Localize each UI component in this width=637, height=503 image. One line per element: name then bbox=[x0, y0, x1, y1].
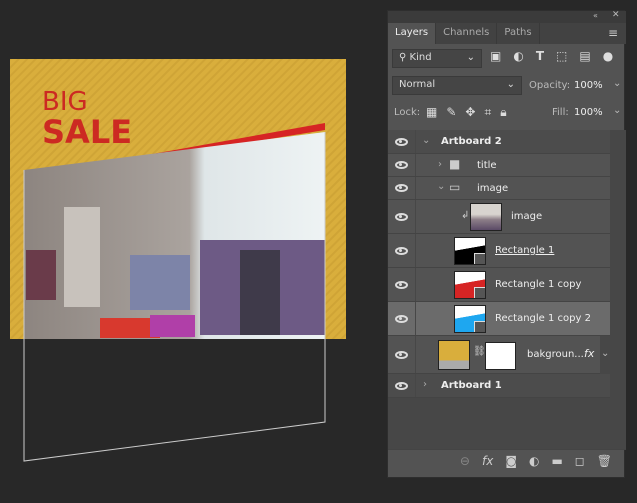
panel-title-bar: « ✕ bbox=[388, 10, 626, 23]
visibility-eye-icon[interactable] bbox=[388, 154, 416, 176]
fill-label: Fill: bbox=[552, 107, 569, 118]
new-layer-icon[interactable]: ◻ bbox=[575, 454, 585, 473]
fill-dropdown-icon[interactable]: ⌄ bbox=[613, 105, 621, 116]
visibility-eye-icon[interactable] bbox=[388, 200, 416, 233]
clipping-mask-icon: ↲ bbox=[461, 210, 470, 221]
visibility-eye-icon[interactable] bbox=[388, 336, 416, 373]
tab-channels[interactable]: Channels bbox=[436, 23, 498, 44]
mask-icon[interactable]: ◙ bbox=[505, 454, 517, 473]
folder-icon: ■ bbox=[449, 157, 461, 171]
visibility-eye-icon[interactable] bbox=[388, 177, 416, 199]
link-icon[interactable]: ⛓ bbox=[473, 346, 486, 357]
lock-transparent-icon[interactable]: ▦ bbox=[426, 105, 437, 120]
layers-list: ⌄ Artboard 2 › ■ title ⌄ ▭ image ↲ image… bbox=[388, 130, 626, 450]
fx-icon[interactable]: fx bbox=[482, 454, 493, 473]
shape-icon bbox=[474, 253, 485, 264]
layer-thumbnail bbox=[454, 237, 486, 265]
layer-artboard-2[interactable]: ⌄ Artboard 2 bbox=[388, 130, 610, 154]
expand-chevron-icon[interactable]: ⌄ bbox=[422, 135, 430, 146]
expand-chevron-icon[interactable]: › bbox=[438, 159, 442, 170]
layer-rectangle-1-copy-2[interactable]: Rectangle 1 copy 2 bbox=[388, 302, 610, 336]
expand-chevron-icon[interactable]: ⌄ bbox=[437, 181, 445, 192]
type-filter-icon[interactable]: T bbox=[536, 49, 544, 63]
visibility-eye-icon[interactable] bbox=[388, 302, 416, 335]
visibility-eye-icon[interactable] bbox=[388, 234, 416, 267]
visibility-eye-icon[interactable] bbox=[388, 130, 416, 153]
blend-mode-select[interactable]: Normal ⌄ bbox=[392, 76, 522, 95]
effects-expand-icon[interactable]: ⌄ bbox=[601, 348, 609, 359]
layer-thumbnail bbox=[454, 271, 486, 299]
opacity-dropdown-icon[interactable]: ⌄ bbox=[613, 78, 621, 89]
expand-chevron-icon[interactable]: › bbox=[423, 379, 427, 390]
shape-icon bbox=[474, 287, 485, 298]
layer-rectangle-1-copy[interactable]: Rectangle 1 copy bbox=[388, 268, 610, 302]
close-icon[interactable]: ✕ bbox=[612, 10, 620, 20]
filter-icons: ▣ ◐ T ⬚ ▤ ● bbox=[490, 49, 613, 63]
lock-all-icon[interactable]: 🔒︎ bbox=[500, 105, 506, 120]
lock-icons: ▦ ✎ ✥ ⌗ 🔒︎ bbox=[426, 105, 507, 120]
layer-thumbnail bbox=[470, 203, 502, 231]
visibility-eye-icon[interactable] bbox=[388, 374, 416, 397]
layer-group-title[interactable]: › ■ title bbox=[388, 154, 610, 177]
smart-object-filter-icon[interactable]: ▤ bbox=[579, 49, 590, 63]
fx-icon[interactable]: fx bbox=[584, 347, 594, 360]
filter-kind-select[interactable]: ⚲ Kind ⌄ bbox=[392, 49, 482, 68]
document-canvas[interactable]: BIG SALE bbox=[0, 0, 380, 503]
layers-bottom-toolbar: ⊖ fx ◙ ◐ ▬ ◻ 🗑︎ bbox=[388, 449, 626, 473]
tab-layers[interactable]: Layers bbox=[388, 23, 437, 44]
layer-background[interactable]: ⛓ bakgroun... fx bbox=[388, 336, 600, 374]
panel-tabs: Layers Channels Paths ≡ bbox=[388, 23, 626, 44]
image-filter-icon[interactable]: ▣ bbox=[490, 49, 501, 63]
sale-text: SALE bbox=[42, 113, 132, 151]
trash-icon[interactable]: 🗑︎ bbox=[597, 454, 612, 473]
panel-menu-icon[interactable]: ≡ bbox=[608, 26, 618, 40]
layer-rectangle-1[interactable]: Rectangle 1 bbox=[388, 234, 610, 268]
fill-input[interactable]: 100% bbox=[574, 107, 603, 118]
lock-paint-icon[interactable]: ✎ bbox=[446, 105, 456, 120]
link-icon[interactable]: ⊖ bbox=[460, 454, 470, 473]
opacity-label: Opacity: bbox=[529, 80, 571, 91]
lock-move-icon[interactable]: ✥ bbox=[465, 105, 475, 120]
lock-artboard-icon[interactable]: ⌗ bbox=[484, 105, 491, 120]
search-icon: ⚲ bbox=[399, 52, 410, 63]
shape-icon bbox=[474, 321, 485, 332]
filter-toggle-icon[interactable]: ● bbox=[603, 49, 613, 63]
layer-image[interactable]: ↲ image bbox=[388, 200, 610, 234]
lock-label: Lock: bbox=[394, 107, 421, 118]
adjustment-filter-icon[interactable]: ◐ bbox=[513, 49, 523, 63]
open-folder-icon: ▭ bbox=[449, 180, 461, 194]
layer-thumbnail bbox=[454, 305, 486, 333]
layer-artboard-1[interactable]: › Artboard 1 bbox=[388, 374, 610, 398]
collapse-icon[interactable]: « bbox=[593, 11, 598, 20]
layer-group-image[interactable]: ⌄ ▭ image bbox=[388, 177, 610, 200]
opacity-input[interactable]: 100% bbox=[574, 80, 603, 91]
adjustment-icon[interactable]: ◐ bbox=[529, 454, 539, 473]
shape-filter-icon[interactable]: ⬚ bbox=[556, 49, 567, 63]
layers-panel: « ✕ Layers Channels Paths ≡ ⚲ Kind ⌄ ▣ ◐ … bbox=[387, 10, 626, 478]
tab-paths[interactable]: Paths bbox=[497, 23, 540, 44]
folder-icon[interactable]: ▬ bbox=[551, 454, 562, 473]
visibility-eye-icon[interactable] bbox=[388, 268, 416, 301]
mask-thumbnail bbox=[485, 342, 516, 370]
fill-thumbnail bbox=[438, 340, 470, 370]
